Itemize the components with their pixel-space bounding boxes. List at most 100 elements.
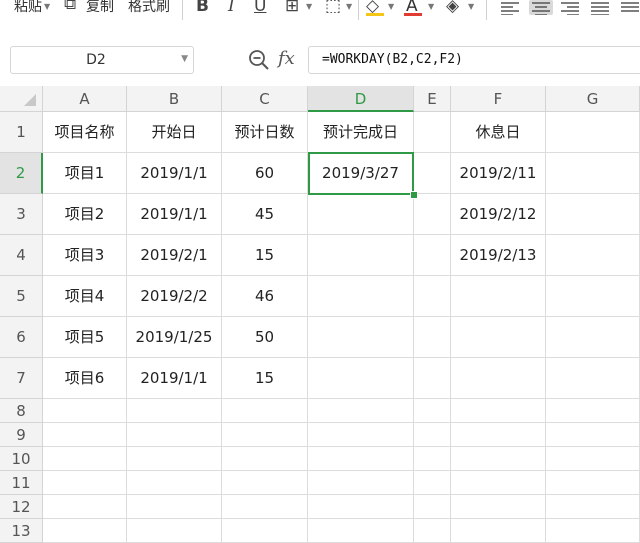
cell-d7[interactable] (308, 358, 414, 399)
cell-c7[interactable]: 15 (222, 358, 308, 399)
cell-e8[interactable] (414, 399, 451, 423)
cell-c12[interactable] (222, 495, 308, 519)
cell-a12[interactable] (43, 495, 127, 519)
row-header-10[interactable]: 10 (0, 447, 43, 471)
formula-input[interactable]: =WORKDAY(B2,C2,F2) (308, 46, 640, 74)
cell-d12[interactable] (308, 495, 414, 519)
cell-c1[interactable]: 预计日数 (222, 112, 308, 153)
cell-f13[interactable] (451, 519, 546, 543)
border-icon[interactable]: ⊞ (285, 0, 299, 16)
cell-a4[interactable]: 项目3 (43, 235, 127, 276)
cell-f5[interactable] (451, 276, 546, 317)
cell-b9[interactable] (127, 423, 222, 447)
cell-b12[interactable] (127, 495, 222, 519)
cell-d10[interactable] (308, 447, 414, 471)
cell-b5[interactable]: 2019/2/2 (127, 276, 222, 317)
cell-a10[interactable] (43, 447, 127, 471)
cell-e9[interactable] (414, 423, 451, 447)
cell-d13[interactable] (308, 519, 414, 543)
column-header-d[interactable]: D (308, 86, 414, 112)
clear-format-dropdown-icon[interactable]: ▼ (468, 2, 474, 11)
cell-f8[interactable] (451, 399, 546, 423)
cell-d4[interactable] (308, 235, 414, 276)
cell-a5[interactable]: 项目4 (43, 276, 127, 317)
cell-d1[interactable]: 预计完成日 (308, 112, 414, 153)
cell-e1[interactable] (414, 112, 451, 153)
cell-f11[interactable] (451, 471, 546, 495)
cell-g3[interactable] (546, 194, 640, 235)
cell-c2[interactable]: 60 (222, 153, 308, 194)
cell-d8[interactable] (308, 399, 414, 423)
fx-icon[interactable]: fx (278, 48, 295, 69)
cell-e10[interactable] (414, 447, 451, 471)
align-right-button[interactable] (560, 0, 584, 16)
cell-e7[interactable] (414, 358, 451, 399)
border-dropdown-icon[interactable]: ▼ (306, 2, 312, 11)
cell-b4[interactable]: 2019/2/1 (127, 235, 222, 276)
cell-e11[interactable] (414, 471, 451, 495)
cell-g12[interactable] (546, 495, 640, 519)
cell-b3[interactable]: 2019/1/1 (127, 194, 222, 235)
cell-d2[interactable]: 2019/3/27 (308, 153, 414, 194)
paste-button[interactable]: 粘贴 (14, 0, 42, 16)
cell-b13[interactable] (127, 519, 222, 543)
cell-c5[interactable]: 46 (222, 276, 308, 317)
cell-c9[interactable] (222, 423, 308, 447)
cell-g9[interactable] (546, 423, 640, 447)
cell-d3[interactable] (308, 194, 414, 235)
cell-b10[interactable] (127, 447, 222, 471)
cell-b11[interactable] (127, 471, 222, 495)
cell-g2[interactable] (546, 153, 640, 194)
cell-e5[interactable] (414, 276, 451, 317)
cell-f10[interactable] (451, 447, 546, 471)
cell-e4[interactable] (414, 235, 451, 276)
cell-a9[interactable] (43, 423, 127, 447)
merge-dropdown-icon[interactable]: ▼ (346, 2, 352, 11)
row-header-8[interactable]: 8 (0, 399, 43, 423)
cell-f6[interactable] (451, 317, 546, 358)
cell-a6[interactable]: 项目5 (43, 317, 127, 358)
underline-button[interactable]: U (254, 0, 266, 16)
row-header-4[interactable]: 4 (0, 235, 43, 276)
row-header-3[interactable]: 3 (0, 194, 43, 235)
cell-d9[interactable] (308, 423, 414, 447)
cell-g6[interactable] (546, 317, 640, 358)
cell-f9[interactable] (451, 423, 546, 447)
cell-g10[interactable] (546, 447, 640, 471)
cell-a13[interactable] (43, 519, 127, 543)
format-painter-button[interactable]: 格式刷 (128, 0, 170, 16)
cell-g4[interactable] (546, 235, 640, 276)
name-box[interactable]: D2 ▼ (10, 46, 194, 74)
zoom-icon[interactable] (247, 48, 271, 72)
column-header-b[interactable]: B (127, 86, 222, 112)
cell-b7[interactable]: 2019/1/1 (127, 358, 222, 399)
cell-g13[interactable] (546, 519, 640, 543)
column-header-c[interactable]: C (222, 86, 308, 112)
column-header-f[interactable]: F (451, 86, 546, 112)
cell-g11[interactable] (546, 471, 640, 495)
cell-e2[interactable] (414, 153, 451, 194)
cell-b8[interactable] (127, 399, 222, 423)
font-color-dropdown-icon[interactable]: ▼ (428, 2, 434, 11)
cell-g5[interactable] (546, 276, 640, 317)
cell-c3[interactable]: 45 (222, 194, 308, 235)
align-center-button[interactable] (529, 0, 553, 16)
cell-d5[interactable] (308, 276, 414, 317)
merge-cells-icon[interactable]: ⬚ (325, 0, 341, 16)
cell-b6[interactable]: 2019/1/25 (127, 317, 222, 358)
cell-d11[interactable] (308, 471, 414, 495)
column-header-a[interactable]: A (43, 86, 127, 112)
cell-f3[interactable]: 2019/2/12 (451, 194, 546, 235)
cell-f7[interactable] (451, 358, 546, 399)
cell-a11[interactable] (43, 471, 127, 495)
cell-a3[interactable]: 项目2 (43, 194, 127, 235)
cell-a1[interactable]: 项目名称 (43, 112, 127, 153)
cell-a7[interactable]: 项目6 (43, 358, 127, 399)
cell-a8[interactable] (43, 399, 127, 423)
copy-button[interactable]: 复制 (86, 0, 114, 16)
cell-b2[interactable]: 2019/1/1 (127, 153, 222, 194)
column-header-e[interactable]: E (414, 86, 451, 112)
row-header-6[interactable]: 6 (0, 317, 43, 358)
row-header-12[interactable]: 12 (0, 495, 43, 519)
cell-e12[interactable] (414, 495, 451, 519)
